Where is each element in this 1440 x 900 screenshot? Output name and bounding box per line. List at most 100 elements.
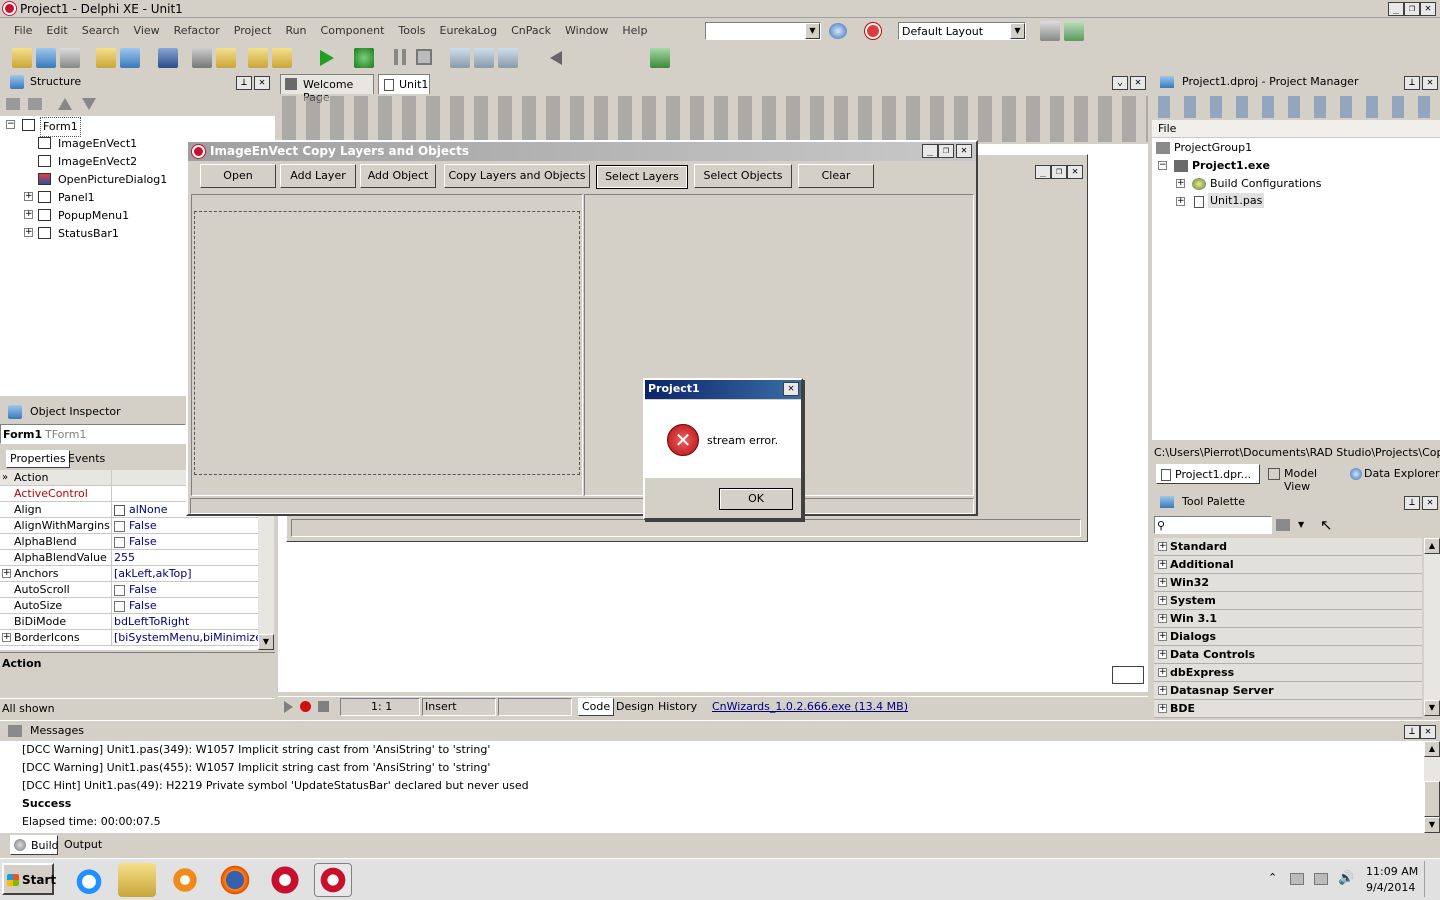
object-selector[interactable]: Form1 TForm1: [0, 424, 186, 444]
restore-icon[interactable]: ❐: [1051, 165, 1067, 179]
menu-item-refactor[interactable]: Refactor: [174, 22, 220, 40]
expand-box-icon[interactable]: +: [1158, 686, 1167, 695]
expand-box-icon[interactable]: +: [1158, 542, 1167, 551]
palette-category[interactable]: + System: [1154, 592, 1422, 610]
message-line[interactable]: [DCC Warning] Unit1.pas(349): W1057 Impl…: [0, 741, 1424, 759]
menu-item-tools[interactable]: Tools: [398, 22, 425, 40]
save-desktop-icon[interactable]: [1040, 21, 1060, 41]
property-row[interactable]: AlphaBlend False: [0, 534, 258, 550]
tab-events[interactable]: Events: [68, 451, 105, 467]
arrow-up-icon[interactable]: [58, 98, 72, 110]
restore-icon[interactable]: ❐: [938, 144, 954, 158]
tab-project[interactable]: Project1.dpr...: [1156, 464, 1260, 484]
menu-item-run[interactable]: Run: [285, 22, 306, 40]
menu-item-help[interactable]: Help: [622, 22, 647, 40]
trace-icon[interactable]: [498, 48, 518, 68]
add-layer-button[interactable]: Add Layer: [280, 164, 356, 188]
checkbox-icon[interactable]: [114, 584, 125, 596]
property-row[interactable]: BiDiMode bdLeftToRight: [0, 614, 258, 630]
menu-item-window[interactable]: Window: [565, 22, 608, 40]
expand-box-icon[interactable]: +: [24, 228, 33, 237]
resize-handle[interactable]: [1112, 666, 1144, 684]
step-over-icon[interactable]: [474, 48, 494, 68]
expand-box-icon[interactable]: +: [1176, 179, 1185, 188]
back-arrow-icon[interactable]: [550, 51, 562, 65]
save-icon[interactable]: [158, 48, 178, 68]
close-icon[interactable]: ✕: [1130, 76, 1146, 90]
menu-item-search[interactable]: Search: [82, 22, 120, 40]
menu-item-component[interactable]: Component: [321, 22, 385, 40]
menu-item-cnpack[interactable]: CnPack: [511, 22, 551, 40]
firefox-icon[interactable]: [216, 863, 254, 897]
expand-box-icon[interactable]: +: [1158, 668, 1167, 677]
property-row[interactable]: AlignWithMargins False: [0, 518, 258, 534]
close-icon[interactable]: ✕: [956, 144, 972, 158]
minimize-icon[interactable]: _: [922, 144, 938, 158]
tab-properties[interactable]: Properties: [6, 450, 70, 468]
tab-data-explorer[interactable]: Data Explorer: [1348, 466, 1440, 484]
pin-icon[interactable]: ⊥: [236, 76, 252, 90]
minimize-icon[interactable]: _: [1388, 2, 1404, 16]
expand-box-icon[interactable]: +: [2, 633, 11, 642]
save-all-icon[interactable]: [60, 48, 80, 68]
forms-icon[interactable]: [216, 48, 236, 68]
run-without-debug-icon[interactable]: [354, 48, 374, 68]
close-icon[interactable]: ✕: [254, 76, 270, 90]
new-icon[interactable]: [12, 48, 32, 68]
menu-item-eurekalog[interactable]: EurekaLog: [440, 22, 498, 40]
palette-category[interactable]: + Datasnap Server: [1154, 682, 1422, 700]
expand-box-icon[interactable]: +: [24, 192, 33, 201]
chevron-up-icon[interactable]: ▲: [1424, 741, 1440, 757]
palette-search-input[interactable]: ⚲: [1154, 516, 1272, 534]
play-icon[interactable]: [284, 701, 293, 713]
globe-icon[interactable]: [829, 23, 847, 39]
set-debug-desktop-icon[interactable]: [1064, 21, 1084, 41]
expand-box-icon[interactable]: +: [2, 569, 11, 578]
collapse-box-icon[interactable]: −: [1158, 161, 1167, 170]
new-form-icon[interactable]: [272, 48, 292, 68]
tab-model-view[interactable]: Model View: [1266, 466, 1346, 493]
palette-category[interactable]: + Standard: [1154, 538, 1422, 556]
ie-icon[interactable]: [70, 863, 108, 897]
chevron-down-icon[interactable]: ▼: [1424, 817, 1440, 833]
chevron-down-icon[interactable]: ▼: [258, 634, 274, 650]
palette-category[interactable]: + Dialogs: [1154, 628, 1422, 646]
collapse-icon[interactable]: [6, 98, 20, 110]
palette-category[interactable]: + Win 3.1: [1154, 610, 1422, 628]
help-book-icon[interactable]: [650, 48, 670, 68]
search-combo[interactable]: ▼: [705, 22, 821, 40]
layout-combo[interactable]: Default Layout ▼: [898, 22, 1026, 40]
property-row[interactable]: BorderIcons+[biSystemMenu,biMinimize,biM: [0, 630, 258, 646]
pin-icon[interactable]: ⊥: [1404, 725, 1420, 739]
palette-category[interactable]: + BDE: [1154, 700, 1422, 718]
property-row[interactable]: Anchors + [akLeft,akTop]: [0, 566, 258, 582]
pin-icon[interactable]: ⊥: [1404, 496, 1420, 510]
app-red-icon[interactable]: [266, 863, 304, 897]
scrollbar[interactable]: ▲ ▼: [1424, 741, 1440, 833]
clock-time[interactable]: 11:09 AM: [1366, 865, 1418, 878]
editor-tab-unit1[interactable]: Unit1: [378, 74, 430, 94]
expand-box-icon[interactable]: +: [24, 210, 33, 219]
tab-output[interactable]: Output: [64, 838, 102, 851]
expand-box-icon[interactable]: +: [1158, 614, 1167, 623]
menu-item-file[interactable]: File: [14, 22, 32, 40]
expand-box-icon[interactable]: +: [1158, 632, 1167, 641]
expand-box-icon[interactable]: +: [1158, 596, 1167, 605]
palette-category[interactable]: + dbExpress: [1154, 664, 1422, 682]
close-icon[interactable]: ✕: [1067, 165, 1083, 179]
arrow-down-icon[interactable]: [82, 98, 96, 110]
open-project-icon[interactable]: [36, 48, 56, 68]
message-line[interactable]: [DCC Warning] Unit1.pas(455): W1057 Impl…: [0, 759, 1424, 777]
expand-box-icon[interactable]: +: [1158, 560, 1167, 569]
menu-item-project[interactable]: Project: [234, 22, 272, 40]
property-row[interactable]: AlphaBlendValue 255: [0, 550, 258, 566]
ok-button[interactable]: OK: [719, 488, 793, 510]
property-row[interactable]: AutoSize False: [0, 598, 258, 614]
chevron-up-icon[interactable]: ▲: [1424, 538, 1440, 554]
palette-category[interactable]: + Data Controls: [1154, 646, 1422, 664]
pin-icon[interactable]: ⊥: [1404, 76, 1420, 90]
toggle-form-icon[interactable]: [248, 48, 268, 68]
cnwizards-link[interactable]: CnWizards_1.0.2.666.exe (13.4 MB): [712, 700, 908, 713]
palette-category[interactable]: + Win32: [1154, 574, 1422, 592]
start-button[interactable]: Start: [2, 863, 56, 895]
